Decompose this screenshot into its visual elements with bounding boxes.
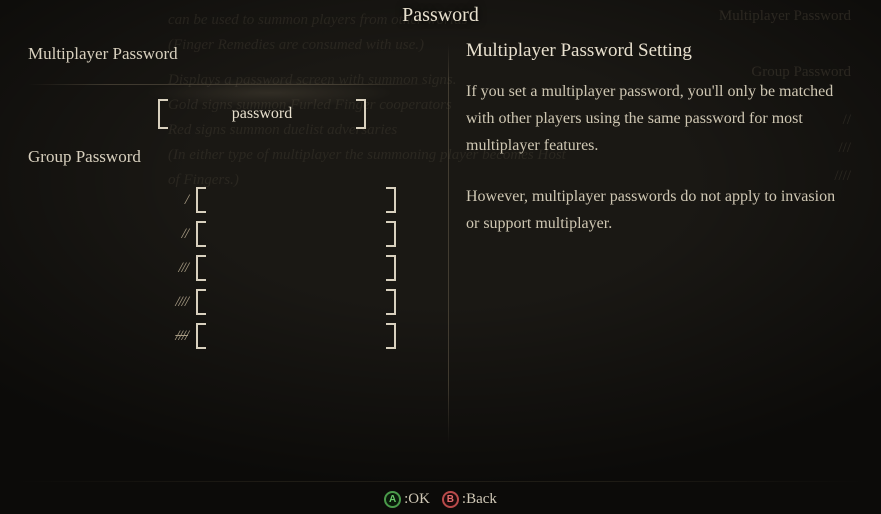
bracket-right-icon — [386, 255, 396, 281]
footer-divider — [16, 481, 865, 482]
bracket-left-icon — [196, 255, 206, 281]
a-button-icon: A — [384, 491, 401, 508]
bracket-left-icon — [196, 289, 206, 315]
group-password-field-4[interactable] — [196, 289, 396, 315]
info-paragraph-2: However, multiplayer passwords do not ap… — [466, 183, 842, 237]
bracket-left-icon — [196, 323, 206, 349]
group-password-field-1[interactable] — [196, 187, 396, 213]
multiplayer-password-field[interactable]: password — [158, 99, 428, 129]
tally-icon-2: // — [156, 226, 188, 243]
right-column: Multiplayer Password Setting If you set … — [448, 40, 858, 261]
bracket-left-icon — [196, 187, 206, 213]
group-password-field-5[interactable] — [196, 323, 396, 349]
ok-prompt[interactable]: A :OK — [384, 491, 430, 508]
multiplayer-password-label: Multiplayer Password — [28, 44, 428, 64]
back-label: :Back — [462, 491, 497, 508]
group-password-field-3[interactable] — [196, 255, 396, 281]
tally-icon-3: /// — [156, 260, 188, 277]
ok-label: :OK — [404, 491, 430, 508]
multiplayer-password-value: password — [158, 105, 366, 123]
group-password-field-2[interactable] — [196, 221, 396, 247]
tally-icon-4: //// — [156, 294, 188, 311]
bracket-right-icon — [386, 221, 396, 247]
tally-icon-1: / — [156, 192, 188, 209]
bracket-right-icon — [386, 289, 396, 315]
group-password-label: Group Password — [28, 147, 428, 167]
bracket-right-icon — [386, 187, 396, 213]
bracket-left-icon — [196, 221, 206, 247]
b-button-icon: B — [442, 491, 459, 508]
info-paragraph-1: If you set a multiplayer password, you'l… — [466, 78, 842, 159]
left-column: Multiplayer Password password Group Pass… — [28, 44, 428, 357]
bracket-right-icon — [356, 99, 366, 129]
tally-icon-5: //// — [156, 328, 188, 345]
footer-prompts: A :OK B :Back — [0, 484, 881, 514]
page-title: Password — [402, 4, 479, 27]
bracket-right-icon — [386, 323, 396, 349]
back-prompt[interactable]: B :Back — [442, 491, 497, 508]
bracket-left-icon — [158, 99, 168, 129]
info-heading: Multiplayer Password Setting — [466, 40, 842, 62]
